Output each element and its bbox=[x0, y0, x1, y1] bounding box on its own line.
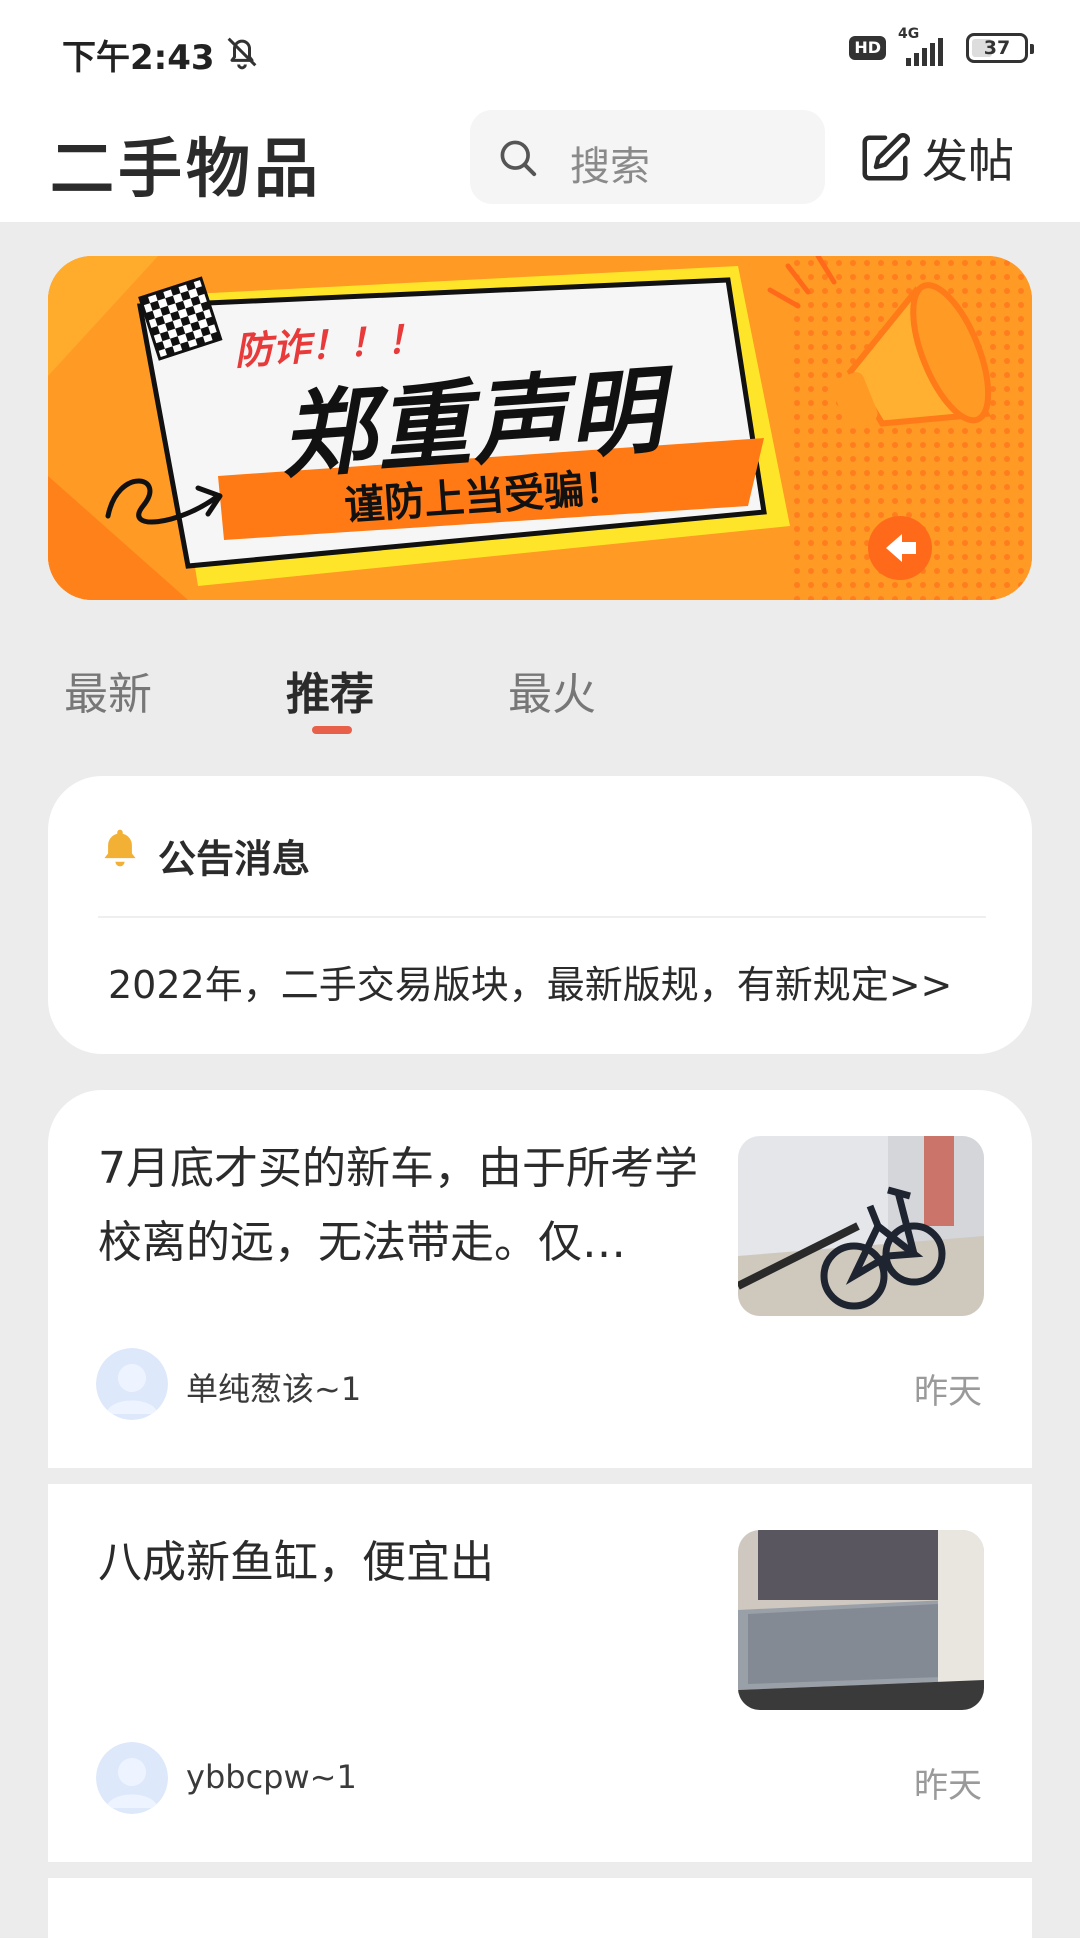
post-button-label: 发帖 bbox=[922, 134, 1014, 188]
tab-recommended[interactable]: 推荐 bbox=[286, 658, 374, 722]
active-tab-indicator bbox=[312, 726, 352, 734]
post-time: 昨天 bbox=[914, 1372, 982, 1412]
tab-hottest[interactable]: 最火 bbox=[508, 658, 596, 722]
notice-divider bbox=[98, 916, 986, 918]
list-item[interactable]: 7月底才买的新车，由于所考学校离的远，无法带走。仅… 单纯葱该~1 昨天 bbox=[48, 1090, 1032, 1468]
top-header: 二手物品 搜索 发帖 bbox=[0, 100, 1080, 222]
avatar[interactable] bbox=[96, 1742, 168, 1814]
status-time: 下午2:43 bbox=[62, 38, 215, 78]
notice-card[interactable]: 公告消息 2022年，二手交易版块，最新版规，有新规定>> bbox=[48, 776, 1032, 1054]
list-item[interactable]: 八成新鱼缸，便宜出 ybbcpw~1 昨天 bbox=[48, 1484, 1032, 1862]
post-button[interactable]: 发帖 bbox=[858, 122, 1014, 194]
search-placeholder: 搜索 bbox=[570, 144, 650, 190]
notice-title: 公告消息 bbox=[158, 837, 311, 881]
signal-icon: 4G bbox=[898, 26, 954, 66]
battery-level: 37 bbox=[983, 37, 1011, 59]
page-title: 二手物品 bbox=[50, 133, 322, 207]
category-tabs: 最新 推荐 最火 bbox=[0, 650, 1080, 740]
post-title: 7月底才买的新车，由于所考学校离的远，无法带走。仅… bbox=[98, 1143, 698, 1268]
status-bar: 下午2:43 HD 4G 37 bbox=[0, 0, 1080, 100]
post-thumbnail-bicycle bbox=[738, 1136, 984, 1316]
author-name[interactable]: ybbcpw~1 bbox=[186, 1758, 357, 1796]
post-title: 八成新鱼缸，便宜出 bbox=[98, 1537, 494, 1588]
notice-link[interactable]: 2022年，二手交易版块，最新版规，有新规定>> bbox=[108, 954, 952, 1009]
anti-fraud-banner[interactable]: 防诈！！！ 郑重声明 谨防上当受骗！ bbox=[48, 256, 1032, 600]
hd-badge: HD bbox=[849, 36, 886, 60]
battery-icon: 37 bbox=[966, 33, 1034, 63]
edit-icon bbox=[862, 133, 910, 181]
bell-icon bbox=[104, 829, 136, 867]
avatar[interactable] bbox=[96, 1348, 168, 1420]
post-time: 昨天 bbox=[914, 1766, 982, 1806]
search-input[interactable]: 搜索 bbox=[470, 110, 825, 204]
search-icon bbox=[500, 140, 537, 177]
bell-muted-icon bbox=[227, 37, 257, 70]
post-thumbnail-fish-tank bbox=[738, 1530, 984, 1710]
list-item[interactable] bbox=[48, 1878, 1032, 1938]
tab-latest[interactable]: 最新 bbox=[64, 658, 152, 722]
author-name[interactable]: 单纯葱该~1 bbox=[186, 1364, 361, 1410]
